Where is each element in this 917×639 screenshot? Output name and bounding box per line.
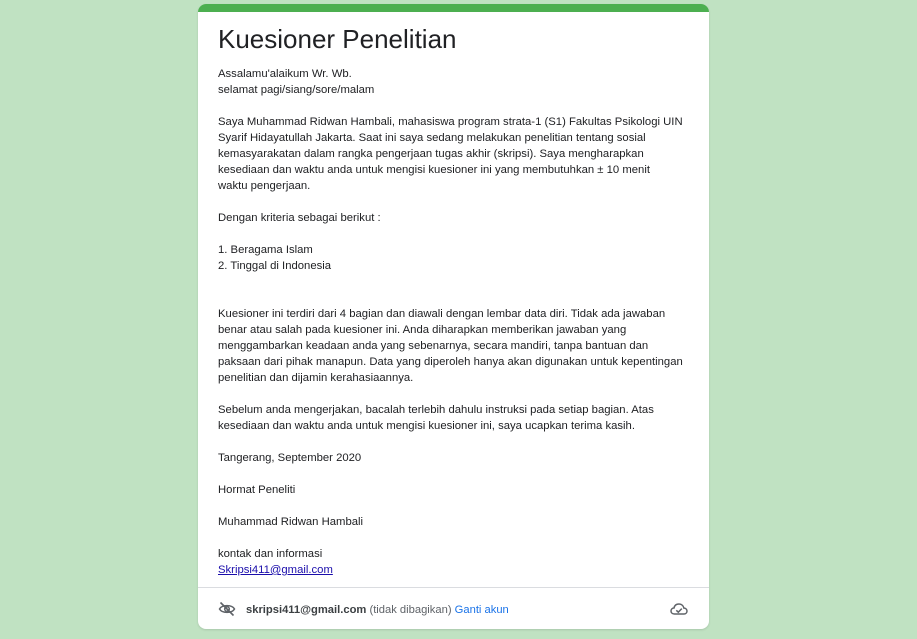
description-spacer	[218, 530, 698, 546]
description-line: kemasyarakatan dalam rangka pengerjaan t…	[218, 148, 644, 160]
description-line: Assalamu'alaikum Wr. Wb.	[218, 68, 352, 80]
description-line: Muhammad Ridwan Hambali	[218, 516, 364, 528]
description-line: kesediaan dan waktu anda untuk mengisi k…	[218, 420, 635, 432]
description-line: waktu pengerjaan.	[218, 180, 311, 192]
cloud-done-icon	[670, 601, 688, 617]
form-description: Assalamu'alaikum Wr. Wb. selamat pagi/sia…	[218, 66, 698, 578]
form-title: Kuesioner Penelitian	[218, 24, 457, 54]
account-bar: skripsi411@gmail.com (tidak dibagikan) G…	[198, 588, 709, 629]
description-line: Saya Muhammad Ridwan Hambali, mahasiswa …	[218, 116, 683, 128]
description-line: penelitian dan dijamin kerahasiaannya.	[218, 372, 414, 384]
description-line: Syarif Hidayatullah Jakarta. Saat ini sa…	[218, 132, 646, 144]
description-spacer	[218, 194, 698, 210]
description-spacer	[218, 98, 698, 114]
description-spacer	[218, 498, 698, 514]
description-line: 2. Tinggal di Indonesia	[218, 260, 332, 272]
description-line: Tangerang, September 2020	[218, 452, 362, 464]
description-spacer	[218, 226, 698, 242]
description-spacer	[218, 466, 698, 482]
description-line: Sebelum anda mengerjakan, bacalah terleb…	[218, 404, 654, 416]
form-header-card: Kuesioner Penelitian Assalamu'alaikum Wr…	[198, 4, 709, 629]
description-spacer	[218, 290, 698, 306]
account-email: skripsi411@gmail.com	[246, 604, 367, 616]
description-line: 1. Beragama Islam	[218, 244, 313, 256]
not-shared-label: (tidak dibagikan)	[369, 604, 452, 616]
card-accent-bar	[198, 4, 709, 12]
description-spacer	[218, 386, 698, 402]
description-line: menggambarkan keadaan anda yang sebenarn…	[218, 340, 649, 352]
description-line: benar atau salah pada kuesioner ini. And…	[218, 324, 627, 336]
description-line: paksaan dari pihak manapun. Data yang di…	[218, 356, 683, 368]
description-spacer	[218, 274, 698, 290]
contact-email-line: Skripsi411@gmail.com	[218, 562, 698, 578]
eye-off-icon	[218, 601, 236, 617]
account-info: skripsi411@gmail.com (tidak dibagikan) G…	[246, 603, 509, 617]
description-spacer	[218, 434, 698, 450]
description-line: kontak dan informasi	[218, 548, 323, 560]
description-line: selamat pagi/siang/sore/malam	[218, 84, 375, 96]
contact-email-link[interactable]: Skripsi411@gmail.com	[218, 564, 333, 576]
description-line: kesediaan dan waktu anda untuk mengisi k…	[218, 164, 650, 176]
description-line: Hormat Peneliti	[218, 484, 296, 496]
switch-account-link[interactable]: Ganti akun	[455, 604, 509, 616]
description-line: Kuesioner ini terdiri dari 4 bagian dan …	[218, 308, 666, 320]
description-line: Dengan kriteria sebagai berikut :	[218, 212, 381, 224]
